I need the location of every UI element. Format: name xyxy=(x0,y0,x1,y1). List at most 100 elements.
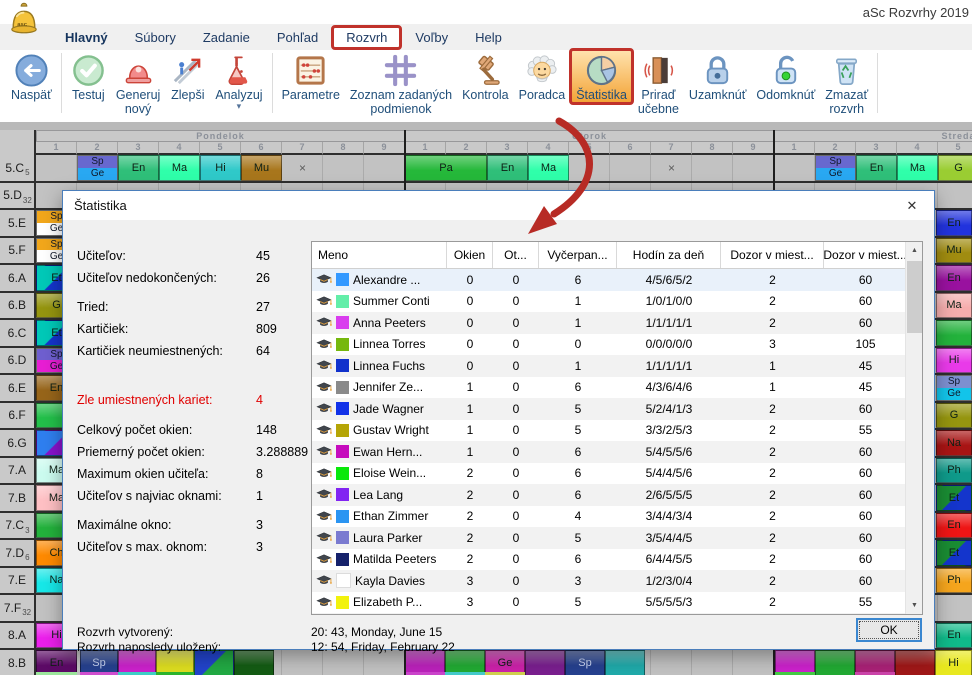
column-header-4[interactable]: Hodín za deň xyxy=(617,242,721,268)
timetable-cell[interactable]: Ma xyxy=(159,155,200,181)
teacher-row[interactable]: Lea Lang2062/6/5/5/5260 xyxy=(312,484,922,506)
class-row-label-7.F[interactable]: 7.F32 xyxy=(0,595,36,623)
class-row-label-7.A[interactable]: 7.A xyxy=(0,458,36,486)
toolbar-button-poradca[interactable]: Poradca xyxy=(514,50,571,102)
class-row-label-6.C[interactable]: 6.C xyxy=(0,320,36,348)
empty-cell[interactable] xyxy=(692,650,733,675)
menu-tab-zadanie[interactable]: Zadanie xyxy=(190,26,263,49)
toolbar-button-testuj[interactable]: Testuj xyxy=(66,50,111,102)
class-row-label-7.E[interactable]: 7.E xyxy=(0,568,36,596)
timetable-cell[interactable]: Hi xyxy=(935,650,972,675)
column-header-6[interactable]: Dozor v miest... xyxy=(824,242,907,268)
timetable-cell[interactable]: SpGe xyxy=(815,155,856,181)
timetable-cell[interactable]: Ma xyxy=(897,155,938,181)
teacher-row[interactable]: Elizabeth P...3055/5/5/5/3255 xyxy=(312,592,922,614)
toolbar-button-zoznam-zadaných[interactable]: Zoznam zadanýchpodmienok xyxy=(345,50,457,116)
toolbar-button-uzamknúť[interactable]: Uzamknúť xyxy=(684,50,751,102)
timetable-cell[interactable]: Mu xyxy=(241,155,282,181)
scrollbar-thumb[interactable] xyxy=(907,261,922,333)
empty-cell[interactable] xyxy=(774,155,815,181)
class-row-label-5.C[interactable]: 5.C5 xyxy=(0,155,36,183)
column-header-3[interactable]: Vyčerpan... xyxy=(539,242,617,268)
scrollbar-down-icon[interactable]: ▼ xyxy=(906,597,923,614)
timetable-cell[interactable] xyxy=(525,650,565,675)
timetable-cell[interactable]: Mu xyxy=(936,238,972,264)
timetable-cell[interactable]: Sp xyxy=(565,650,605,675)
class-row-label-6.A[interactable]: 6.A xyxy=(0,265,36,293)
column-header-1[interactable]: Okien xyxy=(447,242,493,268)
teacher-row[interactable]: Ethan Zimmer2043/4/4/3/4260 xyxy=(312,506,922,528)
empty-cell[interactable] xyxy=(610,155,651,181)
timetable-cell[interactable]: Ph xyxy=(936,458,972,484)
menu-tab-help[interactable]: Help xyxy=(462,26,515,49)
column-header-meno[interactable]: Meno xyxy=(312,242,447,268)
timetable-cell[interactable] xyxy=(895,650,935,675)
empty-cell[interactable] xyxy=(692,155,733,181)
class-row-label-7.D[interactable]: 7.D6 xyxy=(0,540,36,568)
menu-tab-rozvrh[interactable]: Rozvrh xyxy=(331,25,402,50)
teacher-row[interactable]: Gustav Wright1053/3/2/5/3255 xyxy=(312,420,922,442)
class-row-label-6.F[interactable]: 6.F xyxy=(0,403,36,431)
teacher-row[interactable]: Alexandre ...0064/5/6/5/2260 xyxy=(312,269,922,291)
class-row-label-5.E[interactable]: 5.E xyxy=(0,210,36,238)
timetable-cell[interactable]: G xyxy=(936,403,972,429)
menu-tab-hlavný[interactable]: Hlavný xyxy=(52,26,121,49)
timetable-cell[interactable] xyxy=(234,650,274,675)
column-header-2[interactable]: Ot... xyxy=(493,242,539,268)
timetable-cell[interactable]: Pa xyxy=(405,155,487,181)
teacher-row[interactable]: Kayla Davies3031/2/3/0/4260 xyxy=(312,570,922,592)
timetable-mark-cell[interactable]: × xyxy=(651,155,692,181)
class-row-label-6.D[interactable]: 6.D xyxy=(0,348,36,376)
teacher-row[interactable]: Linnea Fuchs0011/1/1/1/1145 xyxy=(312,355,922,377)
class-row-label-5.D[interactable]: 5.D32 xyxy=(0,183,36,211)
scrollbar-track[interactable]: ▲ ▼ xyxy=(905,242,922,614)
teacher-row[interactable]: Matilda Peeters2066/4/4/5/5260 xyxy=(312,549,922,571)
empty-cell[interactable] xyxy=(938,595,972,621)
timetable-cell[interactable]: SpGe xyxy=(936,375,972,401)
empty-cell[interactable] xyxy=(364,155,405,181)
timetable-cell[interactable]: Hi xyxy=(200,155,241,181)
timetable-cell[interactable] xyxy=(815,650,855,675)
timetable-cell[interactable]: Hi xyxy=(936,348,972,374)
timetable-cell[interactable]: Ma xyxy=(528,155,569,181)
empty-cell[interactable] xyxy=(323,155,364,181)
timetable-cell[interactable]: Et xyxy=(936,540,972,566)
teacher-row[interactable]: Ewan Hern...1065/4/5/5/6260 xyxy=(312,441,922,463)
timetable-cell[interactable]: En xyxy=(936,623,972,649)
toolbar-button-naspäť[interactable]: Naspäť xyxy=(6,50,57,102)
teacher-row[interactable]: Summer Conti0011/0/1/0/0260 xyxy=(312,291,922,313)
empty-cell[interactable] xyxy=(36,155,77,181)
timetable-cell[interactable]: En xyxy=(118,155,159,181)
timetable-cell[interactable]: Ma xyxy=(936,293,972,319)
teacher-row[interactable] xyxy=(312,613,922,615)
class-row-label-8.B[interactable]: 8.B xyxy=(0,650,36,675)
timetable-cell[interactable]: En xyxy=(936,210,972,236)
close-icon[interactable]: ✕ xyxy=(891,192,933,219)
empty-cell[interactable] xyxy=(569,155,610,181)
timetable-cell[interactable]: En xyxy=(487,155,528,181)
timetable-cell[interactable]: Et xyxy=(936,485,972,511)
timetable-cell[interactable] xyxy=(605,650,645,675)
teacher-row[interactable]: Eloise Wein...2065/4/4/5/6260 xyxy=(312,463,922,485)
toolbar-button-priraď[interactable]: Priraďučebne xyxy=(633,50,684,116)
scrollbar-up-icon[interactable]: ▲ xyxy=(906,242,923,259)
timetable-cell[interactable]: SpGe xyxy=(77,155,118,181)
class-row-label-6.G[interactable]: 6.G xyxy=(0,430,36,458)
toolbar-button-analyzuj[interactable]: Analyzuj▾ xyxy=(210,50,267,110)
toolbar-button-odomknúť[interactable]: Odomknúť xyxy=(751,50,820,102)
timetable-cell[interactable]: Ph xyxy=(936,568,972,594)
toolbar-button-kontrola[interactable]: Kontrola xyxy=(457,50,514,102)
column-header-5[interactable]: Dozor v miest... xyxy=(721,242,824,268)
teacher-row[interactable]: Anna Peeters0011/1/1/1/1260 xyxy=(312,312,922,334)
class-row-label-5.F[interactable]: 5.F xyxy=(0,238,36,266)
menu-tab-pohľad[interactable]: Pohľad xyxy=(264,26,331,49)
toolbar-button-generuj[interactable]: Generujnový xyxy=(111,50,165,116)
toolbar-button-štatistika[interactable]: Štatistika xyxy=(569,48,634,105)
timetable-cell[interactable]: Na xyxy=(936,430,972,456)
empty-cell[interactable] xyxy=(733,155,774,181)
timetable-cell[interactable]: G xyxy=(938,155,972,181)
class-row-label-6.B[interactable]: 6.B xyxy=(0,293,36,321)
empty-cell[interactable] xyxy=(651,650,692,675)
timetable-mark-cell[interactable]: × xyxy=(282,155,323,181)
menu-tab-voľby[interactable]: Voľby xyxy=(402,26,461,49)
